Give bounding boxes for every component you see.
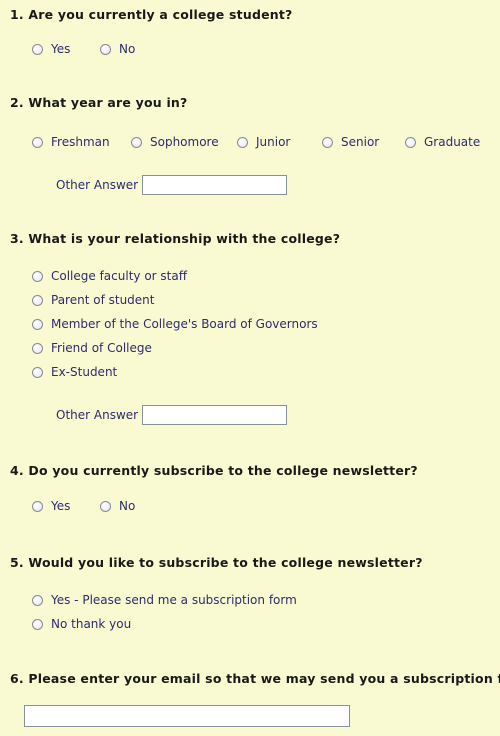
radio-icon[interactable] bbox=[405, 136, 416, 148]
question-6-email-input[interactable] bbox=[24, 705, 350, 727]
question-6-heading: 6. Please enter your email so that we ma… bbox=[10, 671, 500, 686]
question-2-other-answer-row: Other Answer bbox=[56, 175, 288, 195]
question-3-option-ex-student[interactable]: Ex-Student bbox=[32, 366, 117, 378]
question-4-option-no[interactable]: No bbox=[100, 500, 135, 512]
radio-icon[interactable] bbox=[32, 43, 43, 55]
other-answer-label: Other Answer bbox=[56, 408, 139, 422]
radio-icon[interactable] bbox=[32, 618, 43, 630]
question-2-option-sophomore[interactable]: Sophomore bbox=[131, 136, 219, 148]
radio-icon[interactable] bbox=[237, 136, 248, 148]
radio-icon[interactable] bbox=[32, 342, 43, 354]
question-3-option-board-of-governors[interactable]: Member of the College's Board of Governo… bbox=[32, 318, 318, 330]
option-label: No bbox=[119, 42, 136, 56]
option-label: College faculty or staff bbox=[51, 269, 187, 283]
radio-icon[interactable] bbox=[322, 136, 333, 148]
option-label: No thank you bbox=[51, 617, 132, 631]
survey-form-page: 1. Are you currently a college student? … bbox=[0, 0, 500, 736]
option-label: Freshman bbox=[51, 135, 110, 149]
option-label: Yes bbox=[51, 42, 71, 56]
question-2-other-answer-input[interactable] bbox=[142, 175, 288, 195]
question-4-option-yes[interactable]: Yes bbox=[32, 500, 70, 512]
radio-icon[interactable] bbox=[131, 136, 142, 148]
question-4-heading: 4. Do you currently subscribe to the col… bbox=[10, 463, 418, 478]
radio-icon[interactable] bbox=[32, 500, 43, 512]
radio-icon[interactable] bbox=[100, 43, 111, 55]
question-5-option-yes-send-form[interactable]: Yes - Please send me a subscription form bbox=[32, 594, 297, 606]
option-label: Sophomore bbox=[150, 135, 219, 149]
question-2-heading: 2. What year are you in? bbox=[10, 95, 188, 110]
question-3-other-answer-input[interactable] bbox=[142, 405, 288, 425]
radio-icon[interactable] bbox=[32, 366, 43, 378]
question-3-option-parent-of-student[interactable]: Parent of student bbox=[32, 294, 154, 306]
radio-icon[interactable] bbox=[32, 294, 43, 306]
option-label: No bbox=[119, 499, 136, 513]
question-2-option-graduate[interactable]: Graduate bbox=[405, 136, 480, 148]
option-label: Yes bbox=[51, 499, 71, 513]
question-5-option-no-thank-you[interactable]: No thank you bbox=[32, 618, 131, 630]
option-label: Friend of College bbox=[51, 341, 152, 355]
option-label: Junior bbox=[256, 135, 291, 149]
radio-icon[interactable] bbox=[32, 318, 43, 330]
question-3-heading: 3. What is your relationship with the co… bbox=[10, 231, 341, 246]
radio-icon[interactable] bbox=[32, 136, 43, 148]
radio-icon[interactable] bbox=[32, 594, 43, 606]
question-2-option-junior[interactable]: Junior bbox=[237, 136, 290, 148]
question-3-other-answer-row: Other Answer bbox=[56, 405, 288, 425]
option-label: Graduate bbox=[424, 135, 481, 149]
question-1-option-no[interactable]: No bbox=[100, 43, 135, 55]
question-3-option-friend-of-college[interactable]: Friend of College bbox=[32, 342, 152, 354]
question-5-heading: 5. Would you like to subscribe to the co… bbox=[10, 555, 423, 570]
question-2-option-senior[interactable]: Senior bbox=[322, 136, 379, 148]
option-label: Senior bbox=[341, 135, 380, 149]
option-label: Yes - Please send me a subscription form bbox=[51, 593, 297, 607]
option-label: Member of the College's Board of Governo… bbox=[51, 317, 318, 331]
question-1-option-yes[interactable]: Yes bbox=[32, 43, 70, 55]
question-2-option-freshman[interactable]: Freshman bbox=[32, 136, 110, 148]
radio-icon[interactable] bbox=[100, 500, 111, 512]
question-3-option-college-faculty-or-staff[interactable]: College faculty or staff bbox=[32, 270, 187, 282]
option-label: Ex-Student bbox=[51, 365, 118, 379]
radio-icon[interactable] bbox=[32, 270, 43, 282]
question-1-heading: 1. Are you currently a college student? bbox=[10, 7, 293, 22]
other-answer-label: Other Answer bbox=[56, 178, 139, 192]
option-label: Parent of student bbox=[51, 293, 155, 307]
